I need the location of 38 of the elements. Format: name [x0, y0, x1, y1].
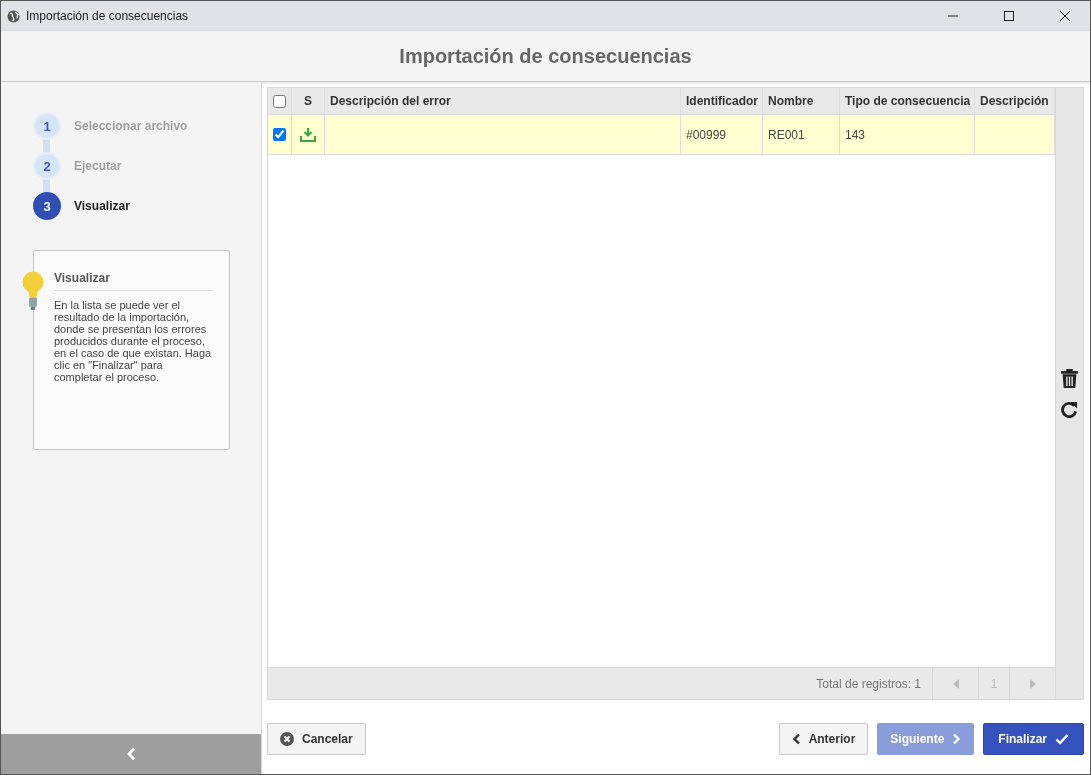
- close-icon[interactable]: [1060, 11, 1070, 21]
- step-number: 3: [33, 192, 61, 220]
- checkmark-icon: [1055, 732, 1069, 746]
- checkbox[interactable]: [273, 128, 286, 141]
- previous-button[interactable]: Anterior: [778, 723, 869, 755]
- cancel-button[interactable]: Cancelar: [267, 723, 366, 755]
- step-label: Seleccionar archivo: [74, 119, 188, 133]
- right-triangle-icon: [1029, 678, 1036, 689]
- close-circle-icon: [280, 732, 294, 746]
- column-header[interactable]: Nombre: [763, 88, 840, 114]
- column-header[interactable]: S: [292, 88, 325, 114]
- column-header[interactable]: Descripción del error: [325, 88, 681, 114]
- step-number: 1: [33, 112, 61, 140]
- chevron-right-icon: [952, 733, 962, 745]
- chevron-left-icon: [126, 747, 136, 761]
- table-cell: 143: [840, 115, 975, 154]
- left-triangle-icon: [952, 678, 959, 689]
- column-header[interactable]: Identificador: [681, 88, 763, 114]
- step-label: Ejecutar: [74, 159, 122, 173]
- trash-icon[interactable]: [1061, 368, 1078, 388]
- download-icon: [300, 127, 316, 142]
- globe-icon: [7, 9, 20, 23]
- chevron-left-icon: [791, 733, 801, 745]
- table-cell: RE001: [763, 115, 840, 154]
- step-label: Visualizar: [74, 199, 130, 213]
- finish-button[interactable]: Finalizar: [983, 723, 1084, 755]
- window-title: Importación de consecuencias: [26, 9, 189, 23]
- step-number: 2: [33, 152, 61, 180]
- column-header[interactable]: Tipo de consecuencia: [840, 88, 975, 114]
- record-count: Total de registros: 1: [816, 676, 921, 691]
- table-cell: #00999: [681, 115, 763, 154]
- checkbox[interactable]: [273, 94, 286, 108]
- maximize-icon[interactable]: [1004, 11, 1014, 21]
- lightbulb-icon: [21, 271, 45, 311]
- help-title: Visualizar: [54, 271, 213, 291]
- help-text: En la lista se puede ver el resultado de la importación, donde se presentan los errores producidos durante el proceso, en el caso de que existan. Haga clic en "Finalizar" para completar el proceso.: [54, 299, 213, 383]
- refresh-icon[interactable]: [1061, 399, 1078, 419]
- dialog-title: Importación de consecuencias: [399, 44, 692, 68]
